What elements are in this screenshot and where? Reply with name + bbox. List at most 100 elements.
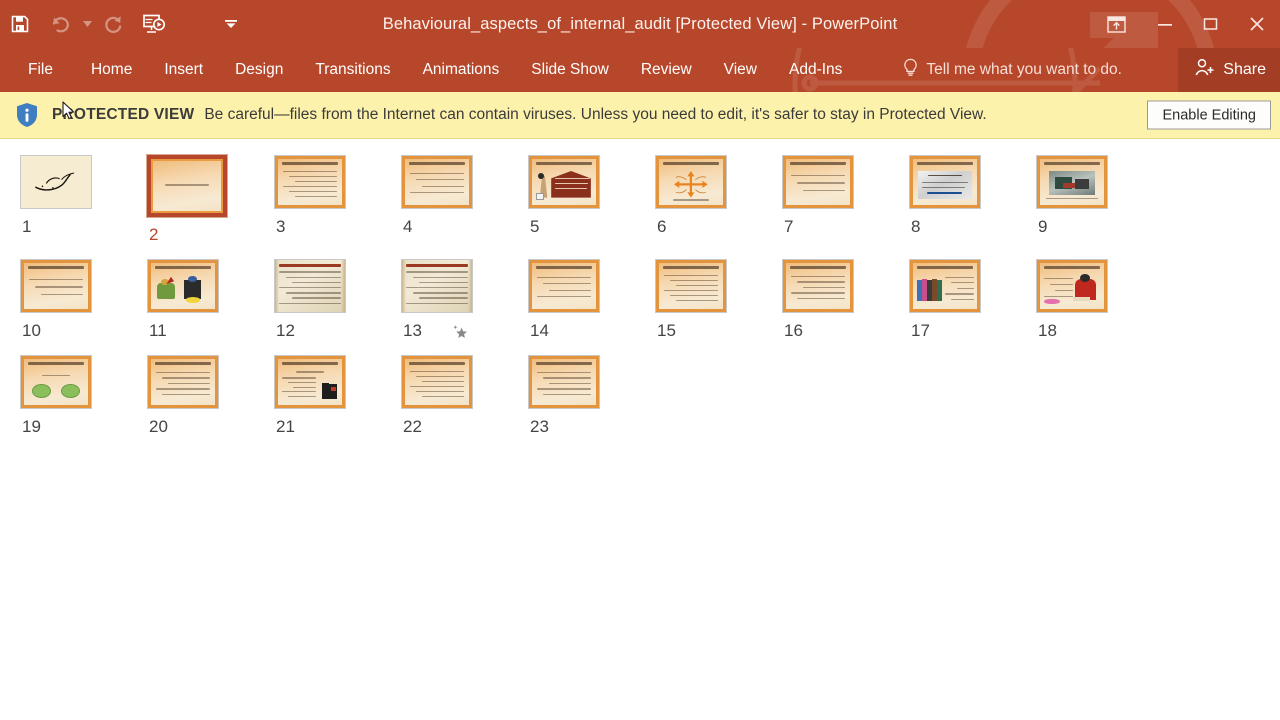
- slide-thumbnail-item[interactable]: 10: [18, 257, 145, 341]
- slide-preview[interactable]: [274, 259, 346, 313]
- slide-thumbnail-item[interactable]: 7: [780, 153, 907, 245]
- slide-thumbnail-item[interactable]: 12: [272, 257, 399, 341]
- slide-preview[interactable]: [20, 155, 92, 209]
- slide-thumbnail[interactable]: [1034, 257, 1110, 315]
- slide-preview[interactable]: [20, 259, 92, 313]
- slide-number: 5: [526, 217, 539, 237]
- ribbon-tab-design[interactable]: Design: [219, 48, 299, 92]
- slide-thumbnail-item[interactable]: 17: [907, 257, 1034, 341]
- slide-thumbnail[interactable]: [145, 153, 229, 219]
- restore-button[interactable]: [1188, 0, 1234, 48]
- slide-number-label: 11: [149, 321, 167, 340]
- slide-thumbnail[interactable]: [907, 257, 983, 315]
- minimize-button[interactable]: [1142, 0, 1188, 48]
- undo-dropdown[interactable]: [80, 4, 94, 44]
- slide-preview[interactable]: [909, 259, 981, 313]
- slide-thumbnail[interactable]: [145, 257, 221, 315]
- slide-preview[interactable]: [20, 355, 92, 409]
- share-button[interactable]: Share: [1178, 48, 1280, 92]
- slide-thumbnail[interactable]: [399, 153, 475, 211]
- slide-thumbnail-item[interactable]: 20: [145, 353, 272, 437]
- slide-thumbnail[interactable]: [272, 353, 348, 411]
- slide-preview[interactable]: [655, 259, 727, 313]
- redo-button[interactable]: [94, 4, 134, 44]
- slide-preview[interactable]: [146, 154, 228, 218]
- slide-thumbnail-item[interactable]: 23: [526, 353, 653, 437]
- slide-thumbnail-item[interactable]: 9: [1034, 153, 1161, 245]
- slide-thumbnail-item[interactable]: 19: [18, 353, 145, 437]
- slide-preview[interactable]: [401, 155, 473, 209]
- slide-thumbnail[interactable]: [526, 257, 602, 315]
- slide-preview[interactable]: [1036, 155, 1108, 209]
- slide-thumbnail-item[interactable]: 8: [907, 153, 1034, 245]
- animation-indicator-icon[interactable]: [452, 323, 469, 340]
- slide-thumbnail[interactable]: [399, 353, 475, 411]
- enable-editing-button[interactable]: Enable Editing: [1147, 100, 1271, 130]
- slide-thumbnail[interactable]: [653, 257, 729, 315]
- slide-thumbnail-item[interactable]: 13: [399, 257, 526, 341]
- window-controls: [1090, 0, 1280, 48]
- slide-thumbnail-item[interactable]: 11: [145, 257, 272, 341]
- slide-thumbnail[interactable]: [1034, 153, 1110, 211]
- slide-preview[interactable]: [147, 259, 219, 313]
- undo-button[interactable]: [40, 4, 80, 44]
- slide-sorter-pane[interactable]: 1234 5 67 8 9 10 11 12 13 14 15 16 17 18…: [0, 139, 1280, 719]
- save-button[interactable]: [0, 4, 40, 44]
- customize-quick-access-toolbar-button[interactable]: [224, 4, 238, 44]
- slide-thumbnail[interactable]: [399, 257, 475, 315]
- slide-preview[interactable]: [528, 355, 600, 409]
- slide-preview[interactable]: [1036, 259, 1108, 313]
- start-slideshow-button[interactable]: [134, 4, 174, 44]
- ribbon-tab-view[interactable]: View: [708, 48, 773, 92]
- slide-thumbnail[interactable]: [18, 153, 94, 211]
- slide-thumbnail[interactable]: [18, 257, 94, 315]
- slide-preview[interactable]: [782, 155, 854, 209]
- slide-preview[interactable]: [274, 355, 346, 409]
- slide-thumbnail-item[interactable]: 2: [145, 153, 272, 245]
- slide-thumbnail[interactable]: [907, 153, 983, 211]
- slide-thumbnail[interactable]: [780, 153, 856, 211]
- slide-preview[interactable]: [528, 155, 600, 209]
- ribbon-tab-animations[interactable]: Animations: [407, 48, 516, 92]
- slide-thumbnail-item[interactable]: 16: [780, 257, 907, 341]
- slide-preview[interactable]: [782, 259, 854, 313]
- slide-thumbnail-item[interactable]: 21: [272, 353, 399, 437]
- ribbon-display-options-button[interactable]: [1090, 0, 1142, 48]
- slide-thumbnail[interactable]: [653, 153, 729, 211]
- slide-thumbnail-item[interactable]: 15: [653, 257, 780, 341]
- slide-preview[interactable]: [909, 155, 981, 209]
- ribbon-tab-file[interactable]: File: [0, 48, 75, 92]
- slide-thumbnail[interactable]: [18, 353, 94, 411]
- slide-thumbnail[interactable]: [272, 153, 348, 211]
- slide-thumbnail-item[interactable]: 18: [1034, 257, 1161, 341]
- ribbon-tab-add-ins[interactable]: Add-Ins: [773, 48, 858, 92]
- ribbon-tab-home[interactable]: Home: [75, 48, 148, 92]
- slide-number: 6: [653, 217, 666, 237]
- slide-thumbnail[interactable]: [272, 257, 348, 315]
- slide-thumbnail[interactable]: [526, 153, 602, 211]
- close-button[interactable]: [1234, 0, 1280, 48]
- slide-preview[interactable]: [401, 355, 473, 409]
- slide-thumbnail-item[interactable]: 6: [653, 153, 780, 245]
- ribbon-tab-transitions[interactable]: Transitions: [299, 48, 406, 92]
- slide-number-label: 2: [149, 225, 159, 244]
- slide-thumbnail[interactable]: [145, 353, 221, 411]
- slide-thumbnail[interactable]: [780, 257, 856, 315]
- slide-thumbnail-item[interactable]: 14: [526, 257, 653, 341]
- slide-preview[interactable]: [401, 259, 473, 313]
- slide-preview[interactable]: [274, 155, 346, 209]
- slide-thumbnail-item[interactable]: 3: [272, 153, 399, 245]
- slide-thumbnail-item[interactable]: 4: [399, 153, 526, 245]
- slide-thumbnail-item[interactable]: 22: [399, 353, 526, 437]
- ribbon-tab-review[interactable]: Review: [625, 48, 708, 92]
- slide-preview[interactable]: [528, 259, 600, 313]
- ribbon-tab-slide-show[interactable]: Slide Show: [515, 48, 625, 92]
- slide-thumbnail-item[interactable]: 5: [526, 153, 653, 245]
- slide-thumbnail-item[interactable]: 1: [18, 153, 145, 245]
- tell-me-search[interactable]: Tell me what you want to do.: [902, 58, 1122, 82]
- slide-preview[interactable]: [147, 355, 219, 409]
- slide-number-label: 18: [1038, 321, 1057, 340]
- ribbon-tab-insert[interactable]: Insert: [148, 48, 219, 92]
- slide-preview[interactable]: [655, 155, 727, 209]
- slide-thumbnail[interactable]: [526, 353, 602, 411]
